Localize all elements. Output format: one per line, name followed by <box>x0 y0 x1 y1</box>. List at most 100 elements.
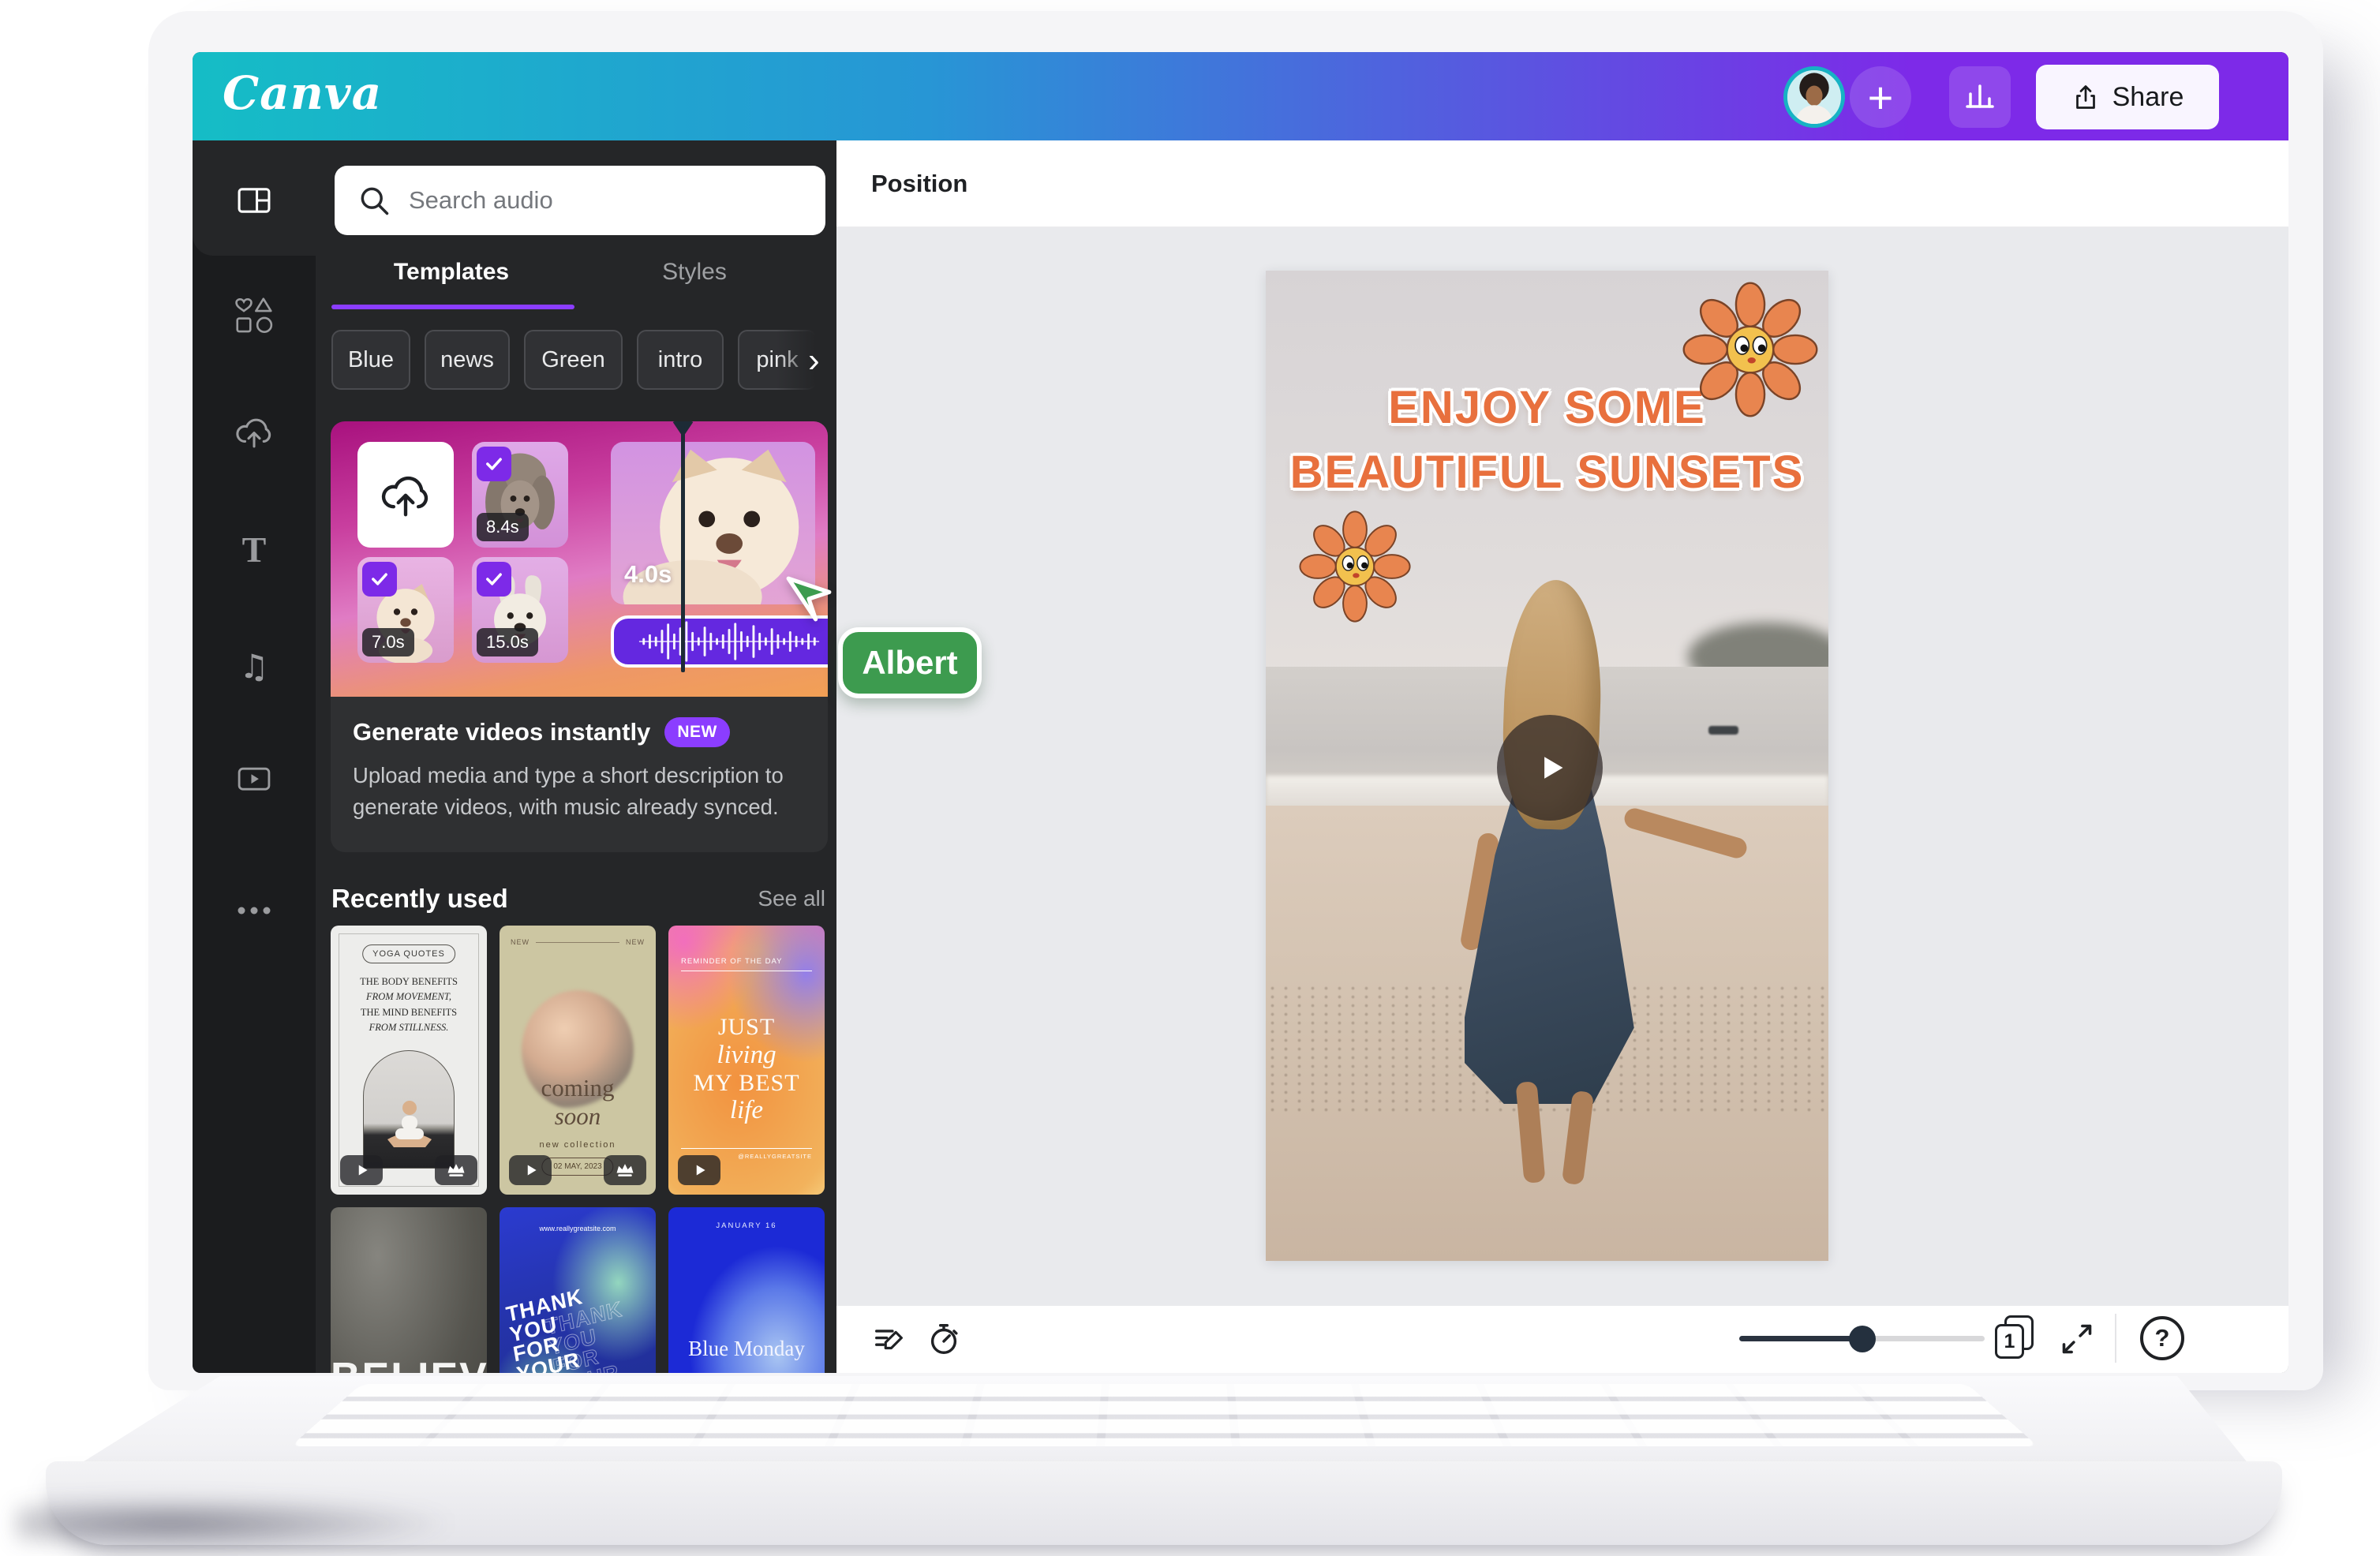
editor-canvas-area: Position ENJOY SOME <box>836 140 2288 1373</box>
coming-subtitle: new collection <box>500 1140 656 1150</box>
promo-caption: Generate videos instantly NEW Upload med… <box>331 697 828 852</box>
editor-footer-bar: 1 ? <box>836 1306 2288 1373</box>
sidebar-item-text[interactable]: T <box>229 524 279 574</box>
play-icon <box>351 1160 372 1180</box>
collaborator-cursor-icon <box>784 574 833 623</box>
play-icon <box>689 1160 709 1180</box>
timer-button[interactable] <box>923 1318 964 1360</box>
video-play-button[interactable] <box>1497 715 1603 821</box>
flower-sticker-top-right[interactable] <box>1682 282 1818 417</box>
check-icon <box>483 568 505 590</box>
filter-chip-intro[interactable]: intro <box>637 330 724 390</box>
sidebar-rail: T ♫ <box>193 140 316 1373</box>
help-icon: ? <box>2155 1324 2170 1352</box>
chip-row-fade <box>776 330 829 390</box>
notes-icon <box>872 1321 908 1357</box>
yoga-badge: YOGA QUOTES <box>362 944 455 963</box>
create-design-button[interactable]: + <box>1850 66 1911 128</box>
filter-chip-blue[interactable]: Blue <box>331 330 410 390</box>
promo-description: Upload media and type a short descriptio… <box>353 760 803 823</box>
check-icon <box>369 568 391 590</box>
template-thumb-coming-soon[interactable]: NEWNEW coming soon new collection 02 MAY… <box>500 926 656 1195</box>
thanks-text: THANKYOU FORYOUR <box>505 1287 595 1373</box>
template-thumb-believe[interactable]: BELIEVE <box>331 1207 487 1373</box>
search-icon <box>357 183 391 218</box>
template-thumb-yoga-quotes[interactable]: YOGA QUOTES THE BODY BENEFITS FROM MOVEM… <box>331 926 487 1195</box>
video-play-badge <box>509 1155 552 1185</box>
filter-chip-news[interactable]: news <box>425 330 510 390</box>
position-button[interactable]: Position <box>871 170 967 198</box>
see-all-link[interactable]: See all <box>758 886 825 911</box>
fullscreen-button[interactable] <box>2056 1318 2097 1360</box>
active-tab-underline <box>331 305 574 309</box>
design-icon <box>234 180 275 221</box>
waveform-icon <box>614 619 828 664</box>
insights-button[interactable] <box>1949 66 2011 128</box>
sidebar-item-elements[interactable] <box>229 290 279 341</box>
preview-duration-label: 4.0s <box>624 560 672 589</box>
tab-templates[interactable]: Templates <box>333 259 570 286</box>
clip-checkbox-checked[interactable] <box>477 447 511 481</box>
elements-icon <box>234 295 275 336</box>
sidebar-item-uploads[interactable] <box>229 407 279 458</box>
flower-sticker-left[interactable] <box>1299 511 1411 623</box>
avatar[interactable] <box>1783 66 1845 128</box>
playhead-line[interactable] <box>681 426 685 672</box>
videos-icon <box>234 757 275 799</box>
expand-arrows-icon <box>2060 1322 2094 1356</box>
laptop-keyboard-deck <box>79 1376 2249 1464</box>
believe-text: BELIEVE <box>331 1354 487 1373</box>
coming-date-pill: 02 MAY, 2023 <box>541 1158 613 1176</box>
templates-panel: Templates Styles Blue news Green intro p… <box>316 140 836 1373</box>
laptop-shadow <box>16 1496 458 1551</box>
photo-boat <box>1708 726 1738 735</box>
laptop-screen-bezel: Canva + <box>148 11 2323 1390</box>
timer-icon <box>926 1321 962 1357</box>
tab-styles[interactable]: Styles <box>576 259 813 286</box>
yoga-figure <box>364 1051 455 1169</box>
clip-duration-badge: 15.0s <box>477 628 538 656</box>
search-box[interactable] <box>335 166 825 235</box>
promo-title: Generate videos instantly <box>353 718 650 746</box>
design-page[interactable]: ENJOY SOME BEAUTIFUL SUNSETS <box>1266 271 1828 1261</box>
laptop-keyboard-keys <box>290 1384 2038 1446</box>
plus-icon: + <box>1868 72 1894 123</box>
avatar-image <box>1787 70 1841 124</box>
help-button[interactable]: ? <box>2140 1316 2184 1360</box>
share-label: Share <box>2112 82 2184 113</box>
template-thumb-blue-monday[interactable]: JANUARY 16 Blue Monday <box>668 1207 825 1373</box>
notes-button[interactable] <box>870 1318 911 1360</box>
upload-tile <box>357 442 454 548</box>
new-badge: NEW <box>664 717 730 747</box>
sidebar-item-audio[interactable]: ♫ <box>229 641 279 691</box>
sidebar-item-design[interactable] <box>229 175 279 226</box>
template-thumb-thank-you[interactable]: www.reallygreatsite.com THANKYOU FORYOUR… <box>500 1207 656 1373</box>
clip-checkbox-checked[interactable] <box>362 562 397 597</box>
pages-button[interactable]: 1 <box>1995 1315 2036 1361</box>
chevron-right-icon[interactable]: › <box>808 341 820 380</box>
template-thumb-just-living[interactable]: REMINDER OF THE DAY JUST living MY BEST … <box>668 926 825 1195</box>
play-icon <box>1524 742 1576 794</box>
video-play-badge <box>340 1155 383 1185</box>
generate-videos-promo-card[interactable]: 8.4s 7.0s 15.0s 4.0s <box>331 421 828 852</box>
coming-title: coming <box>500 1074 656 1102</box>
check-icon <box>483 453 505 475</box>
soon-title: soon <box>500 1102 656 1131</box>
design-heading-line2[interactable]: BEAUTIFUL SUNSETS <box>1266 446 1828 499</box>
sidebar-item-more[interactable] <box>229 885 279 936</box>
canva-logo[interactable]: Canva <box>223 66 382 120</box>
clip-checkbox-checked[interactable] <box>477 562 511 597</box>
yoga-photo-arch <box>363 1050 455 1169</box>
audio-icon: ♫ <box>239 647 269 686</box>
monday-title: Blue Monday <box>668 1337 825 1361</box>
share-button[interactable]: Share <box>2036 65 2219 129</box>
filter-chip-green[interactable]: Green <box>524 330 623 390</box>
living-text: JUST living MY BEST life <box>668 1014 825 1125</box>
recently-used-title: Recently used <box>331 884 508 914</box>
sidebar-item-videos[interactable] <box>229 753 279 803</box>
page-number: 1 <box>1995 1324 2024 1359</box>
video-play-badge <box>678 1155 720 1185</box>
zoom-slider-thumb[interactable] <box>1849 1326 1876 1352</box>
search-input[interactable] <box>409 186 772 215</box>
bar-chart-icon <box>1963 80 1997 114</box>
